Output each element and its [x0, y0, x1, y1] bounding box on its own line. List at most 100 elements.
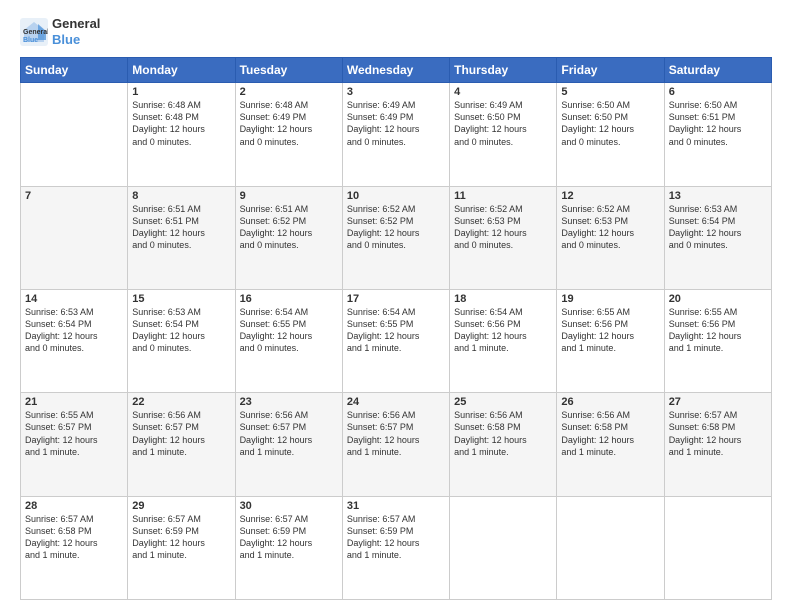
calendar-cell: 15Sunrise: 6:53 AM Sunset: 6:54 PM Dayli… — [128, 289, 235, 392]
day-number: 18 — [454, 293, 552, 305]
logo-text-general: General — [52, 16, 100, 32]
day-info: Sunrise: 6:48 AM Sunset: 6:49 PM Dayligh… — [240, 99, 338, 148]
calendar-week-2: 78Sunrise: 6:51 AM Sunset: 6:51 PM Dayli… — [21, 186, 772, 289]
day-info: Sunrise: 6:56 AM Sunset: 6:58 PM Dayligh… — [454, 409, 552, 458]
calendar-cell: 7 — [21, 186, 128, 289]
day-info: Sunrise: 6:53 AM Sunset: 6:54 PM Dayligh… — [25, 306, 123, 355]
day-number: 20 — [669, 293, 767, 305]
calendar-header-monday: Monday — [128, 58, 235, 83]
day-number: 8 — [132, 190, 230, 202]
calendar-week-1: 1Sunrise: 6:48 AM Sunset: 6:48 PM Daylig… — [21, 83, 772, 186]
day-number: 22 — [132, 396, 230, 408]
calendar-cell: 16Sunrise: 6:54 AM Sunset: 6:55 PM Dayli… — [235, 289, 342, 392]
day-info: Sunrise: 6:53 AM Sunset: 6:54 PM Dayligh… — [132, 306, 230, 355]
calendar-cell: 18Sunrise: 6:54 AM Sunset: 6:56 PM Dayli… — [450, 289, 557, 392]
calendar-cell: 29Sunrise: 6:57 AM Sunset: 6:59 PM Dayli… — [128, 496, 235, 599]
day-info: Sunrise: 6:54 AM Sunset: 6:55 PM Dayligh… — [347, 306, 445, 355]
day-number: 21 — [25, 396, 123, 408]
calendar-header-row: SundayMondayTuesdayWednesdayThursdayFrid… — [21, 58, 772, 83]
calendar-cell: 5Sunrise: 6:50 AM Sunset: 6:50 PM Daylig… — [557, 83, 664, 186]
day-info: Sunrise: 6:54 AM Sunset: 6:55 PM Dayligh… — [240, 306, 338, 355]
calendar-cell: 17Sunrise: 6:54 AM Sunset: 6:55 PM Dayli… — [342, 289, 449, 392]
day-number: 31 — [347, 500, 445, 512]
day-info: Sunrise: 6:50 AM Sunset: 6:51 PM Dayligh… — [669, 99, 767, 148]
calendar-cell: 10Sunrise: 6:52 AM Sunset: 6:52 PM Dayli… — [342, 186, 449, 289]
logo-icon: General Blue — [20, 18, 48, 46]
logo: General Blue General Blue — [20, 16, 100, 47]
calendar-table: SundayMondayTuesdayWednesdayThursdayFrid… — [20, 57, 772, 600]
day-info: Sunrise: 6:55 AM Sunset: 6:56 PM Dayligh… — [669, 306, 767, 355]
day-info: Sunrise: 6:52 AM Sunset: 6:53 PM Dayligh… — [561, 203, 659, 252]
day-number: 14 — [25, 293, 123, 305]
day-info: Sunrise: 6:56 AM Sunset: 6:58 PM Dayligh… — [561, 409, 659, 458]
calendar-cell: 4Sunrise: 6:49 AM Sunset: 6:50 PM Daylig… — [450, 83, 557, 186]
day-info: Sunrise: 6:51 AM Sunset: 6:52 PM Dayligh… — [240, 203, 338, 252]
calendar-cell: 22Sunrise: 6:56 AM Sunset: 6:57 PM Dayli… — [128, 393, 235, 496]
day-number: 10 — [347, 190, 445, 202]
day-info: Sunrise: 6:57 AM Sunset: 6:59 PM Dayligh… — [132, 513, 230, 562]
calendar-cell: 24Sunrise: 6:56 AM Sunset: 6:57 PM Dayli… — [342, 393, 449, 496]
day-number: 5 — [561, 86, 659, 98]
calendar-cell: 27Sunrise: 6:57 AM Sunset: 6:58 PM Dayli… — [664, 393, 771, 496]
calendar-cell: 2Sunrise: 6:48 AM Sunset: 6:49 PM Daylig… — [235, 83, 342, 186]
day-number: 11 — [454, 190, 552, 202]
day-info: Sunrise: 6:49 AM Sunset: 6:50 PM Dayligh… — [454, 99, 552, 148]
day-number: 29 — [132, 500, 230, 512]
calendar-cell: 3Sunrise: 6:49 AM Sunset: 6:49 PM Daylig… — [342, 83, 449, 186]
page: General Blue General Blue SundayMondayTu… — [0, 0, 792, 612]
day-info: Sunrise: 6:50 AM Sunset: 6:50 PM Dayligh… — [561, 99, 659, 148]
day-number: 9 — [240, 190, 338, 202]
day-info: Sunrise: 6:57 AM Sunset: 6:58 PM Dayligh… — [25, 513, 123, 562]
day-info: Sunrise: 6:48 AM Sunset: 6:48 PM Dayligh… — [132, 99, 230, 148]
header: General Blue General Blue — [20, 16, 772, 47]
svg-text:Blue: Blue — [23, 37, 38, 44]
day-number: 3 — [347, 86, 445, 98]
calendar-cell — [450, 496, 557, 599]
day-number: 15 — [132, 293, 230, 305]
calendar-cell: 26Sunrise: 6:56 AM Sunset: 6:58 PM Dayli… — [557, 393, 664, 496]
day-number: 1 — [132, 86, 230, 98]
day-info: Sunrise: 6:56 AM Sunset: 6:57 PM Dayligh… — [240, 409, 338, 458]
calendar-cell: 13Sunrise: 6:53 AM Sunset: 6:54 PM Dayli… — [664, 186, 771, 289]
calendar-header-tuesday: Tuesday — [235, 58, 342, 83]
calendar-header-wednesday: Wednesday — [342, 58, 449, 83]
day-info: Sunrise: 6:55 AM Sunset: 6:56 PM Dayligh… — [561, 306, 659, 355]
calendar-header-friday: Friday — [557, 58, 664, 83]
day-info: Sunrise: 6:55 AM Sunset: 6:57 PM Dayligh… — [25, 409, 123, 458]
day-info: Sunrise: 6:56 AM Sunset: 6:57 PM Dayligh… — [132, 409, 230, 458]
calendar-week-3: 14Sunrise: 6:53 AM Sunset: 6:54 PM Dayli… — [21, 289, 772, 392]
day-number: 25 — [454, 396, 552, 408]
calendar-cell: 28Sunrise: 6:57 AM Sunset: 6:58 PM Dayli… — [21, 496, 128, 599]
calendar-header-saturday: Saturday — [664, 58, 771, 83]
day-info: Sunrise: 6:51 AM Sunset: 6:51 PM Dayligh… — [132, 203, 230, 252]
calendar-cell: 9Sunrise: 6:51 AM Sunset: 6:52 PM Daylig… — [235, 186, 342, 289]
calendar-cell: 30Sunrise: 6:57 AM Sunset: 6:59 PM Dayli… — [235, 496, 342, 599]
calendar-cell: 11Sunrise: 6:52 AM Sunset: 6:53 PM Dayli… — [450, 186, 557, 289]
day-number: 6 — [669, 86, 767, 98]
logo-text-blue: Blue — [52, 32, 100, 48]
day-number: 12 — [561, 190, 659, 202]
calendar-cell: 1Sunrise: 6:48 AM Sunset: 6:48 PM Daylig… — [128, 83, 235, 186]
day-info: Sunrise: 6:49 AM Sunset: 6:49 PM Dayligh… — [347, 99, 445, 148]
calendar-cell: 31Sunrise: 6:57 AM Sunset: 6:59 PM Dayli… — [342, 496, 449, 599]
calendar-week-5: 28Sunrise: 6:57 AM Sunset: 6:58 PM Dayli… — [21, 496, 772, 599]
calendar-cell: 6Sunrise: 6:50 AM Sunset: 6:51 PM Daylig… — [664, 83, 771, 186]
calendar-cell: 20Sunrise: 6:55 AM Sunset: 6:56 PM Dayli… — [664, 289, 771, 392]
calendar-header-sunday: Sunday — [21, 58, 128, 83]
day-info: Sunrise: 6:52 AM Sunset: 6:53 PM Dayligh… — [454, 203, 552, 252]
calendar-cell — [664, 496, 771, 599]
day-info: Sunrise: 6:53 AM Sunset: 6:54 PM Dayligh… — [669, 203, 767, 252]
calendar-cell — [557, 496, 664, 599]
day-number: 19 — [561, 293, 659, 305]
calendar-cell: 8Sunrise: 6:51 AM Sunset: 6:51 PM Daylig… — [128, 186, 235, 289]
calendar-cell: 23Sunrise: 6:56 AM Sunset: 6:57 PM Dayli… — [235, 393, 342, 496]
svg-text:General: General — [23, 29, 48, 36]
day-number: 28 — [25, 500, 123, 512]
day-number: 17 — [347, 293, 445, 305]
day-info: Sunrise: 6:54 AM Sunset: 6:56 PM Dayligh… — [454, 306, 552, 355]
calendar-cell — [21, 83, 128, 186]
day-number: 2 — [240, 86, 338, 98]
day-info: Sunrise: 6:52 AM Sunset: 6:52 PM Dayligh… — [347, 203, 445, 252]
calendar-cell: 21Sunrise: 6:55 AM Sunset: 6:57 PM Dayli… — [21, 393, 128, 496]
calendar-header-thursday: Thursday — [450, 58, 557, 83]
